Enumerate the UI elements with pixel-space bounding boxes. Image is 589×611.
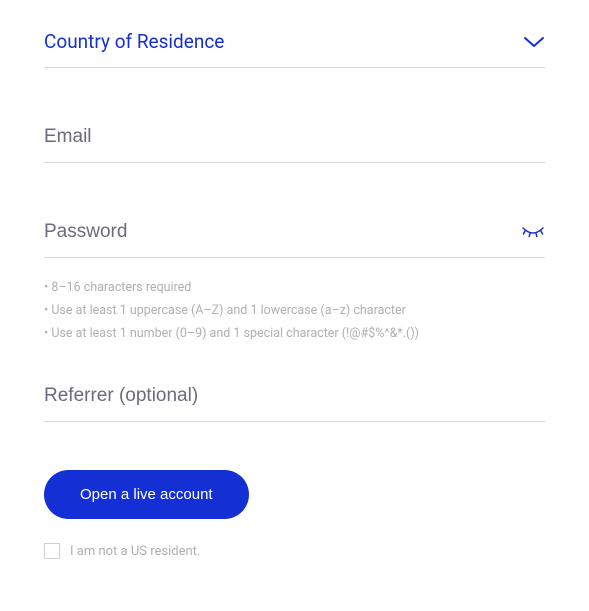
open-account-button[interactable]: Open a live account — [44, 470, 249, 519]
password-hints: • 8–16 characters required • Use at leas… — [44, 276, 545, 345]
eye-closed-icon[interactable] — [521, 224, 545, 240]
country-label: Country of Residence — [44, 30, 224, 53]
us-resident-checkbox[interactable] — [44, 543, 60, 559]
password-hint: • Use at least 1 uppercase (A–Z) and 1 l… — [44, 299, 545, 322]
chevron-down-icon — [523, 36, 545, 48]
email-field[interactable] — [44, 126, 545, 148]
referrer-field[interactable] — [44, 385, 545, 407]
us-resident-label: I am not a US resident. — [70, 544, 200, 559]
password-hint: • Use at least 1 number (0–9) and 1 spec… — [44, 322, 545, 345]
country-select[interactable]: Country of Residence — [44, 30, 545, 68]
password-field[interactable] — [44, 221, 521, 243]
password-hint: • 8–16 characters required — [44, 276, 545, 299]
